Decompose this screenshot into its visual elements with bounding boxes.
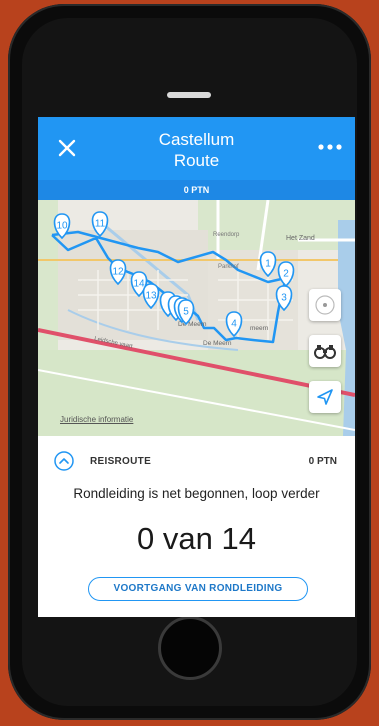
app-screen: Castellum Route 0 PTN Het Zand Reendorp …: [38, 117, 355, 617]
svg-text:4: 4: [231, 319, 237, 330]
home-button[interactable]: [158, 616, 222, 680]
location-button[interactable]: [309, 381, 341, 413]
svg-text:5: 5: [183, 307, 189, 318]
tour-progress-button[interactable]: VOORTGANG VAN RONDLEIDING: [88, 577, 308, 601]
map-label-parkhof: Parkhof: [218, 264, 239, 270]
page-title: Castellum Route: [98, 129, 295, 171]
svg-text:13: 13: [145, 291, 157, 302]
svg-text:11: 11: [95, 219, 106, 230]
tour-status-text: Rondleiding is net begonnen, loop verder: [73, 486, 320, 501]
binoculars-icon: [314, 345, 336, 359]
map-view[interactable]: Het Zand Reendorp Parkhof De Meern De Me…: [38, 200, 355, 436]
svg-text:12: 12: [112, 267, 124, 278]
points-bar: 0 PTN: [38, 180, 355, 200]
svg-text:3: 3: [281, 293, 287, 304]
svg-text:10: 10: [56, 221, 68, 232]
compass-icon: [315, 295, 335, 315]
chevron-up-icon[interactable]: [54, 451, 74, 471]
more-icon[interactable]: [317, 143, 343, 151]
svg-text:14: 14: [133, 279, 145, 290]
title-line-2: Route: [173, 151, 220, 170]
route-points: 0 PTN: [308, 456, 337, 467]
app-header: Castellum Route: [38, 117, 355, 180]
map-canvas: Het Zand Reendorp Parkhof De Meern De Me…: [38, 200, 355, 436]
legal-info-link[interactable]: Juridische informatie: [60, 415, 133, 424]
route-panel: REISROUTE 0 PTN Rondleiding is net begon…: [38, 436, 355, 617]
tour-progress: 0 van 14: [137, 521, 256, 556]
map-label-reendorp: Reendorp: [213, 232, 240, 238]
svg-text:1: 1: [265, 259, 271, 270]
title-line-1: Castellum: [158, 130, 235, 149]
map-label-meern: meern: [250, 325, 269, 332]
map-label-de-meern: De Meern: [203, 340, 232, 347]
svg-text:2: 2: [283, 269, 289, 280]
compass-button[interactable]: [309, 289, 341, 321]
phone-speaker: [167, 92, 211, 98]
binoculars-button[interactable]: [309, 335, 341, 367]
close-icon[interactable]: [56, 137, 78, 159]
location-arrow-icon: [317, 389, 333, 405]
map-label-het-zand: Het Zand: [286, 235, 315, 242]
route-label: REISROUTE: [90, 456, 152, 467]
